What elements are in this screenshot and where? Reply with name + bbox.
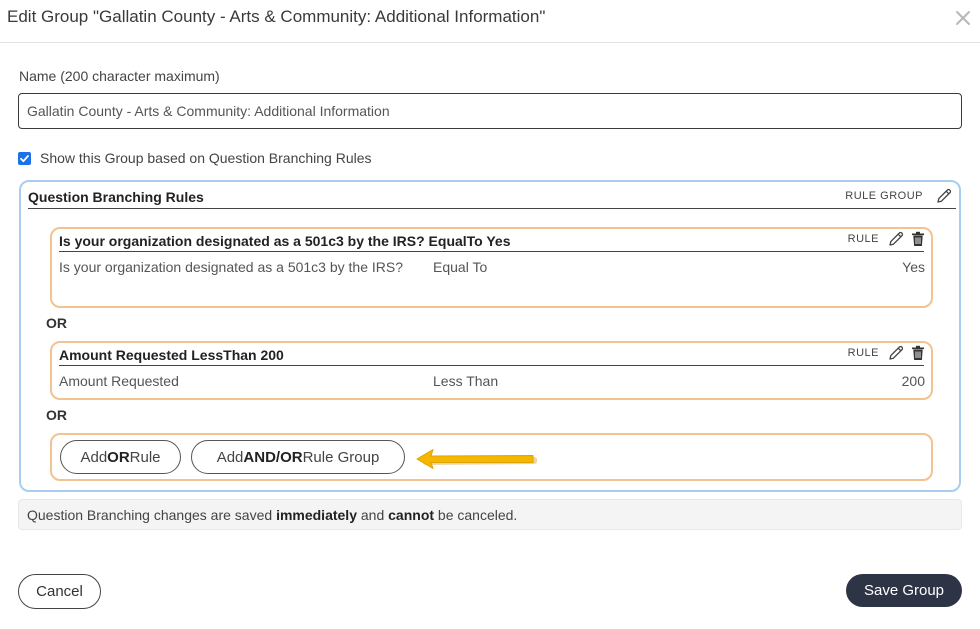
show-group-checkbox[interactable]	[18, 151, 31, 165]
cancel-button[interactable]: Cancel	[18, 574, 101, 609]
rule-tag: RULE	[847, 233, 879, 245]
close-icon[interactable]	[954, 9, 972, 27]
rule-question: Amount Requested	[59, 373, 179, 389]
add-rule-group-pre: Add	[216, 448, 244, 466]
add-rule-group-button[interactable]: Add AND/OR Rule Group	[191, 440, 405, 474]
add-rule-group-bold: AND/OR	[243, 448, 303, 466]
rule-group-title: Question Branching Rules	[28, 189, 204, 205]
branching-notice: Question Branching changes are saved imm…	[18, 499, 962, 530]
callout-arrow-icon	[416, 449, 537, 469]
add-or-rule-button[interactable]: Add OR Rule	[60, 440, 181, 474]
add-rule-group-post: Rule Group	[302, 448, 380, 466]
rule-value: Yes	[902, 259, 925, 275]
notice-bold-cannot: cannot	[388, 506, 435, 523]
rule-title: Amount Requested LessThan 200	[59, 347, 284, 363]
notice-text-2: and	[360, 506, 385, 523]
show-group-label: Show this Group based on Question Branch…	[40, 150, 372, 166]
checkmark-icon	[20, 154, 29, 162]
rule-title: Is your organization designated as a 501…	[59, 233, 511, 249]
add-or-rule-pre: Add	[80, 448, 108, 466]
delete-rule-trash-icon[interactable]	[911, 231, 925, 247]
notice-text-3: be canceled.	[437, 506, 518, 523]
or-connector: OR	[46, 407, 67, 423]
save-group-button[interactable]: Save Group	[846, 574, 962, 607]
rule-card: Amount Requested LessThan 200 RULE Amoun…	[50, 341, 933, 400]
rule-divider	[59, 251, 924, 252]
rule-operator: Equal To	[433, 259, 488, 275]
edit-rule-pencil-icon[interactable]	[887, 230, 905, 248]
rule-card: Is your organization designated as a 501…	[50, 227, 933, 308]
rule-divider	[59, 365, 924, 366]
show-group-toggle[interactable]: Show this Group based on Question Branch…	[18, 150, 372, 166]
add-or-rule-post: Rule	[129, 448, 161, 466]
rule-group-tag: RULE GROUP	[845, 190, 923, 202]
rule-group-divider	[28, 208, 956, 209]
rule-value: 200	[901, 373, 925, 389]
notice-text-1: Question Branching changes are saved	[27, 506, 273, 523]
rule-operator: Less Than	[433, 373, 499, 389]
add-or-rule-bold: OR	[107, 448, 130, 466]
or-connector: OR	[46, 315, 67, 331]
delete-rule-trash-icon[interactable]	[911, 345, 925, 361]
modal-header: Edit Group "Gallatin County - Arts & Com…	[0, 0, 980, 43]
group-name-input[interactable]	[18, 93, 962, 129]
name-label: Name (200 character maximum)	[19, 68, 220, 84]
modal-title: Edit Group "Gallatin County - Arts & Com…	[7, 7, 546, 26]
rule-tag: RULE	[847, 347, 879, 359]
edit-rule-group-pencil-icon[interactable]	[935, 187, 953, 205]
edit-rule-pencil-icon[interactable]	[887, 344, 905, 362]
rule-question: Is your organization designated as a 501…	[59, 259, 403, 275]
notice-bold-immediately: immediately	[276, 506, 357, 523]
